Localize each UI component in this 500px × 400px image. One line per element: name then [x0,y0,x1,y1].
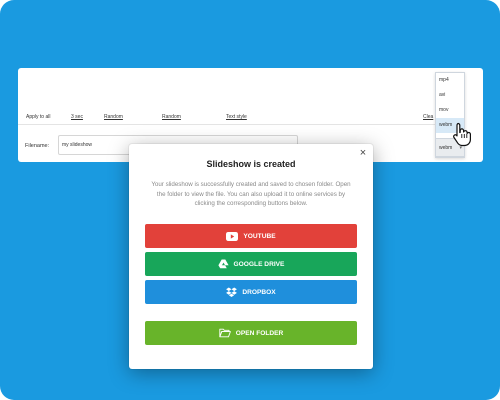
format-option-avi[interactable]: avi [436,88,464,103]
dialog-title: Slideshow is created [206,159,296,169]
youtube-button-label: YOUTUBE [243,232,276,240]
folder-open-icon [219,328,231,338]
youtube-upload-button[interactable]: YOUTUBE [145,224,357,248]
open-folder-button[interactable]: OPEN FOLDER [145,321,357,345]
format-option-mp4[interactable]: mp4 [436,73,464,88]
app-background: Apply to all 3 sec Random Random Text st… [0,0,500,400]
google-drive-button-label: GOOGLE DRIVE [233,260,285,268]
dialog-message: Your slideshow is successfully created a… [151,181,351,207]
hand-pointer-icon [453,122,471,147]
apply-to-all-button[interactable]: Apply to all [26,114,50,120]
filename-label: Filename: [25,143,50,149]
open-folder-button-label: OPEN FOLDER [235,329,284,337]
duration-select[interactable]: 3 sec [71,114,83,120]
divider [18,124,448,125]
slide-settings-row: Apply to all 3 sec Random Random Text st… [26,114,446,124]
transition-select-1[interactable]: Random [104,114,123,120]
google-drive-icon [217,259,229,269]
format-option-mov[interactable]: mov [436,103,464,118]
close-icon[interactable]: × [357,147,369,159]
text-style-link[interactable]: Text style [226,114,247,120]
transition-select-2[interactable]: Random [162,114,181,120]
dropbox-icon [226,287,238,297]
youtube-icon [226,231,239,241]
google-drive-upload-button[interactable]: GOOGLE DRIVE [145,252,357,276]
clear-link[interactable]: Clea [423,114,433,120]
dropbox-upload-button[interactable]: DROPBOX [145,280,357,304]
slideshow-created-dialog: × Slideshow is created Your slideshow is… [129,144,373,369]
dropbox-button-label: DROPBOX [242,288,276,296]
